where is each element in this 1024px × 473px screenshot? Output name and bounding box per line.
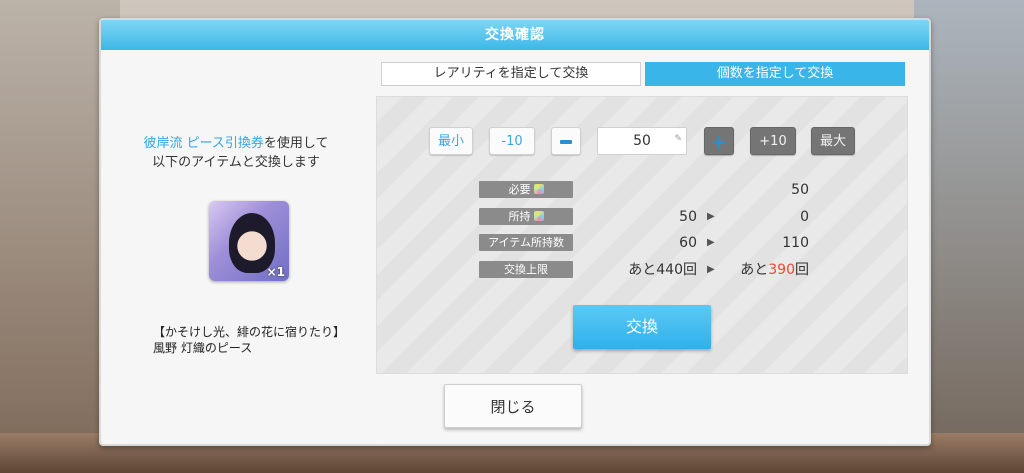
exchange-limit-current: あと440回 — [628, 262, 697, 278]
character-portrait-icon — [229, 213, 275, 273]
tab-by-quantity[interactable]: 個数を指定して交換 — [645, 62, 905, 86]
exchange-dialog: 交換確認 彼岸流 ピース引換券を使用して 以下のアイテムと交換します ×1 【か… — [99, 18, 931, 446]
minus-10-button[interactable]: -10 — [489, 127, 535, 155]
owned-label: 所持 — [479, 208, 573, 225]
quantity-input[interactable]: 50 ✎ — [597, 127, 687, 155]
item-owned-label: アイテム所持数 — [479, 234, 573, 251]
plus-icon: + — [710, 130, 728, 154]
owned-row: 所持 50 ▶ 0 — [479, 208, 809, 226]
required-after-value: 50 — [791, 182, 809, 198]
item-summary-panel: 彼岸流 ピース引換券を使用して 以下のアイテムと交換します ×1 【かそけし光、… — [111, 58, 361, 408]
quantity-panel: 最小 -10 50 ✎ + +10 最大 必要 50 所持 50 ▶ 0 アイテ… — [376, 96, 908, 374]
item-name-line1: 【かそけし光、緋の花に宿りたり】 — [153, 325, 346, 339]
required-row: 必要 50 — [479, 181, 809, 199]
limit-after-prefix: あと — [740, 262, 769, 278]
exchange-limit-label: 交換上限 — [479, 261, 573, 278]
plus-button[interactable]: + — [704, 127, 734, 155]
ticket-name: 彼岸流 ピース引換券 — [143, 136, 264, 151]
limit-after-suffix: 回 — [795, 262, 809, 278]
item-owned-current-value: 60 — [679, 235, 697, 251]
owned-current-value: 50 — [679, 209, 697, 225]
description-line2: 以下のアイテムと交換します — [152, 155, 320, 170]
exchange-limit-after: あと390回 — [729, 261, 809, 279]
item-owned-row: アイテム所持数 60 ▶ 110 — [479, 234, 809, 252]
description-suffix: を使用して — [263, 136, 329, 151]
min-button[interactable]: 最小 — [429, 127, 473, 155]
minus-button[interactable] — [551, 127, 581, 155]
item-name: 【かそけし光、緋の花に宿りたり】 風野 灯織のピース — [153, 324, 393, 356]
item-piece-icon[interactable]: ×1 — [209, 201, 289, 281]
owned-label-text: 所持 — [508, 210, 531, 223]
exchange-mode-tabs: レアリティを指定して交換 個数を指定して交換 — [381, 62, 905, 86]
arrow-right-icon: ▶ — [707, 237, 715, 248]
required-label: 必要 — [479, 181, 573, 198]
minus-icon — [560, 139, 572, 144]
edit-pen-icon: ✎ — [674, 134, 682, 144]
ticket-gem-icon — [533, 211, 544, 221]
item-owned-after-value: 110 — [782, 235, 809, 251]
dialog-title: 交換確認 — [101, 20, 929, 50]
exchange-description: 彼岸流 ピース引換券を使用して 以下のアイテムと交換します — [111, 134, 361, 172]
max-button[interactable]: 最大 — [811, 127, 855, 155]
ticket-gem-icon — [533, 184, 544, 194]
tab-by-rarity[interactable]: レアリティを指定して交換 — [381, 62, 641, 86]
arrow-right-icon: ▶ — [707, 211, 715, 222]
close-button[interactable]: 閉じる — [444, 384, 582, 428]
limit-after-number: 390 — [768, 262, 795, 278]
exchange-button[interactable]: 交換 — [573, 305, 711, 349]
exchange-limit-row: 交換上限 あと440回 ▶ あと390回 — [479, 261, 809, 279]
quantity-value: 50 — [633, 133, 651, 149]
plus-10-button[interactable]: +10 — [750, 127, 796, 155]
item-name-line2: 風野 灯織のピース — [153, 341, 253, 355]
arrow-right-icon: ▶ — [707, 264, 715, 275]
owned-after-value: 0 — [800, 209, 809, 225]
item-count: ×1 — [266, 265, 285, 279]
required-label-text: 必要 — [508, 183, 531, 196]
